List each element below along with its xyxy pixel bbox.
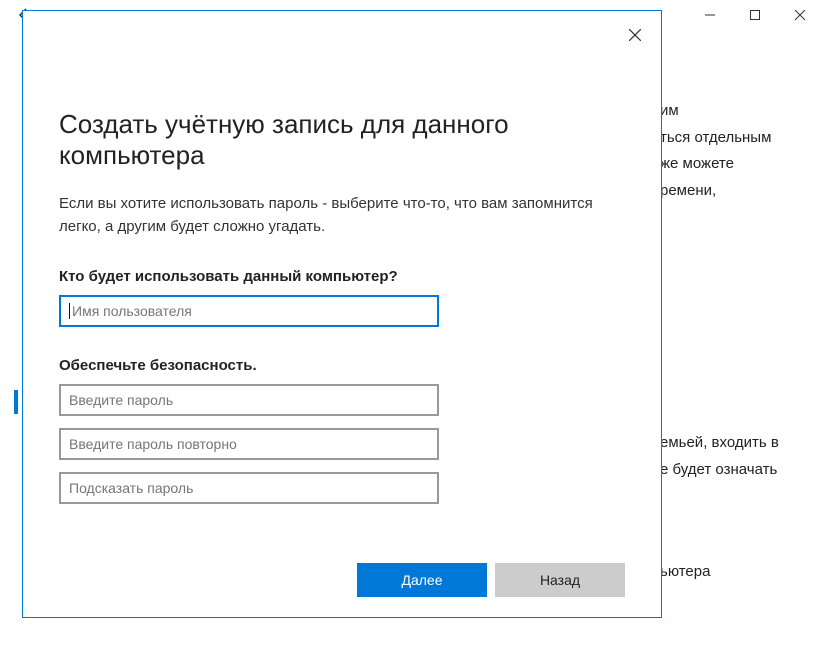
minimize-icon[interactable] bbox=[687, 1, 732, 29]
dialog-heading: Создать учётную запись для данного компь… bbox=[59, 109, 625, 171]
password-hint-placeholder: Подсказать пароль bbox=[69, 480, 193, 496]
bg-text-frag: е будет означать bbox=[660, 459, 822, 482]
bg-text-frag: же можете bbox=[660, 153, 822, 176]
text-caret bbox=[69, 303, 70, 319]
bg-text-frag: им bbox=[660, 100, 822, 123]
dialog-footer: Далее Назад bbox=[59, 543, 625, 597]
password-confirm-placeholder: Введите пароль повторно bbox=[69, 436, 237, 452]
back-button[interactable]: Назад bbox=[495, 563, 625, 597]
bg-sidebar-highlight bbox=[14, 390, 18, 414]
password-hint-input[interactable]: Подсказать пароль bbox=[59, 472, 439, 504]
password-input[interactable]: Введите пароль bbox=[59, 384, 439, 416]
password-placeholder: Введите пароль bbox=[69, 392, 173, 408]
bg-text-frag: ремени, bbox=[660, 180, 822, 203]
username-input[interactable]: Имя пользователя bbox=[59, 295, 439, 327]
maximize-icon[interactable] bbox=[732, 1, 777, 29]
create-account-dialog: Создать учётную запись для данного компь… bbox=[22, 10, 662, 618]
section-security-label: Обеспечьте безопасность. bbox=[59, 357, 625, 374]
username-placeholder: Имя пользователя bbox=[72, 303, 192, 319]
bg-content-text: им ться отдельным же можете ремени, емье… bbox=[660, 100, 822, 588]
section-who-label: Кто будет использовать данный компьютер? bbox=[59, 268, 625, 285]
password-confirm-input[interactable]: Введите пароль повторно bbox=[59, 428, 439, 460]
bg-text-frag: ться отдельным bbox=[660, 127, 822, 150]
bg-text-frag: емьей, входить в bbox=[660, 432, 822, 455]
bg-window-controls bbox=[687, 1, 822, 29]
next-button[interactable]: Далее bbox=[357, 563, 487, 597]
close-window-icon[interactable] bbox=[777, 1, 822, 29]
dialog-intro-text: Если вы хотите использовать пароль - выб… bbox=[59, 193, 625, 238]
bg-text-frag: ьютера bbox=[660, 561, 822, 584]
close-icon[interactable] bbox=[621, 21, 649, 49]
